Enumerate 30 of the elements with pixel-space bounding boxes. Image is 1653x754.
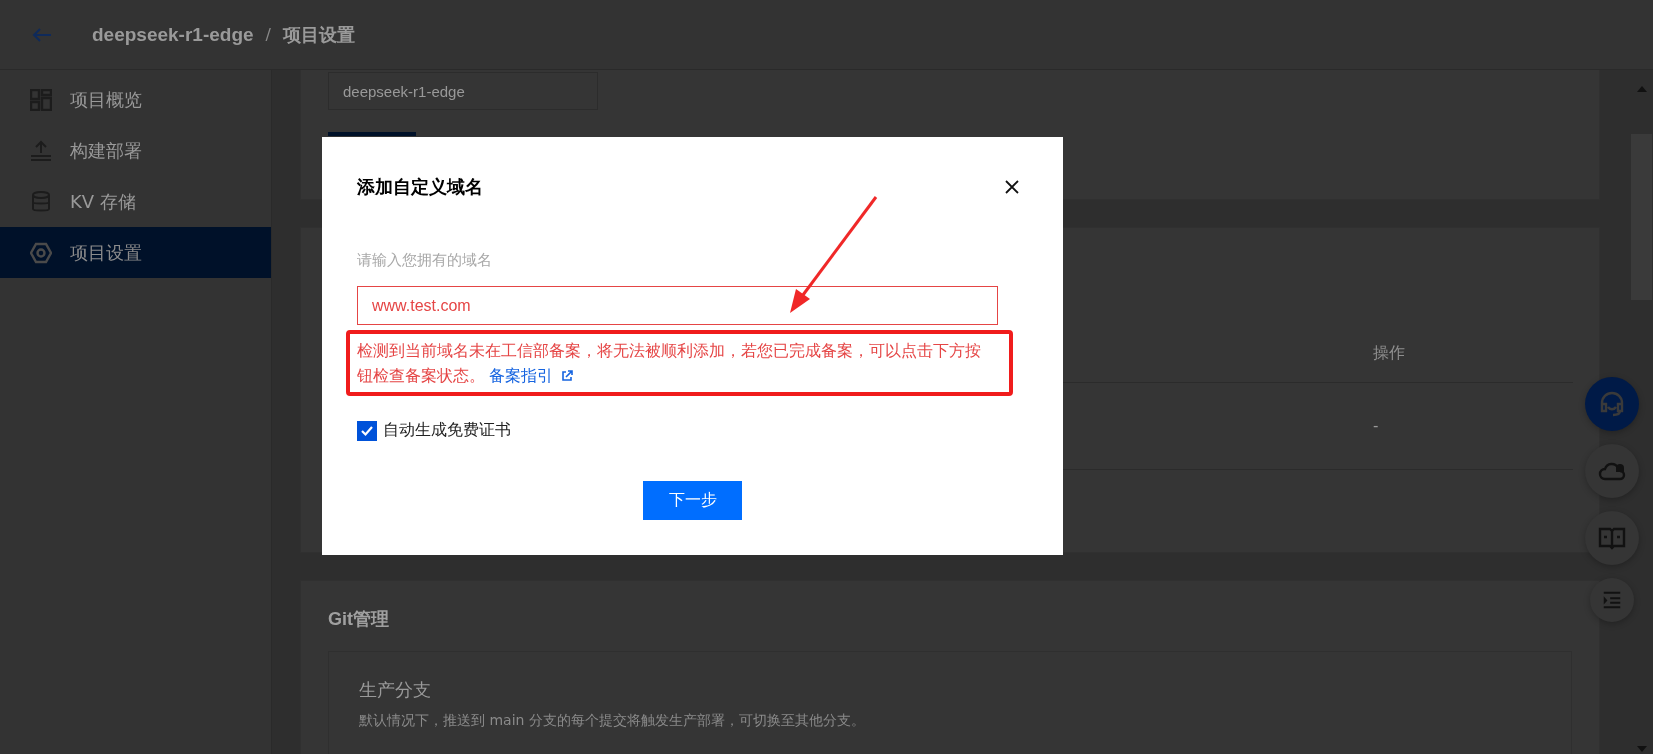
next-button[interactable]: 下一步 xyxy=(643,481,742,520)
branch-title: 生产分支 xyxy=(359,678,432,702)
table-cell-text: - xyxy=(1373,417,1380,435)
scroll-down-icon[interactable] xyxy=(1636,746,1647,752)
field-label: 请输入您拥有的域名 xyxy=(357,251,493,270)
project-name-field[interactable]: deepseek-r1-edge xyxy=(328,72,598,110)
sidebar-item[interactable]: KV 存储 xyxy=(0,176,271,227)
list-icon xyxy=(1601,589,1623,611)
database-icon xyxy=(30,190,52,213)
sidebar-item[interactable]: 构建部署 xyxy=(0,125,271,176)
external-link-icon xyxy=(561,370,573,382)
hexagon-settings-icon xyxy=(30,241,52,264)
back-arrow-icon[interactable] xyxy=(32,27,52,42)
branch-description: 默认情况下，推送到 main 分支的每个提交将触发生产部署，可切换至其他分支。 xyxy=(359,712,866,730)
error-message: 检测到当前域名未在工信部备案，将无法被顺利添加，若您已完成备案，可以点击下方按钮检查备案状态。 备案指引 xyxy=(357,340,982,387)
domain-input[interactable]: www.test.com xyxy=(357,286,998,325)
checkbox[interactable] xyxy=(357,420,377,441)
scroll-up-icon[interactable] xyxy=(1636,86,1647,92)
project-name[interactable]: deepseek-r1-edge xyxy=(92,23,254,46)
checkbox-label: 自动生成免费证书 xyxy=(383,420,511,441)
close-icon xyxy=(1005,180,1019,194)
guide-link[interactable]: 备案指引 xyxy=(489,366,573,385)
sidebar-item[interactable]: 项目设置 xyxy=(0,227,271,278)
breadcrumb-separator: / xyxy=(265,25,271,44)
column-header: 操作 xyxy=(1373,342,1406,364)
section-title: Git管理 xyxy=(328,608,390,631)
page-title: 项目设置 xyxy=(282,22,355,47)
headset-icon xyxy=(1598,390,1626,418)
dialog-title: 添加自定义域名 xyxy=(357,175,483,199)
sidebar-item[interactable]: 项目概览 xyxy=(0,74,271,125)
